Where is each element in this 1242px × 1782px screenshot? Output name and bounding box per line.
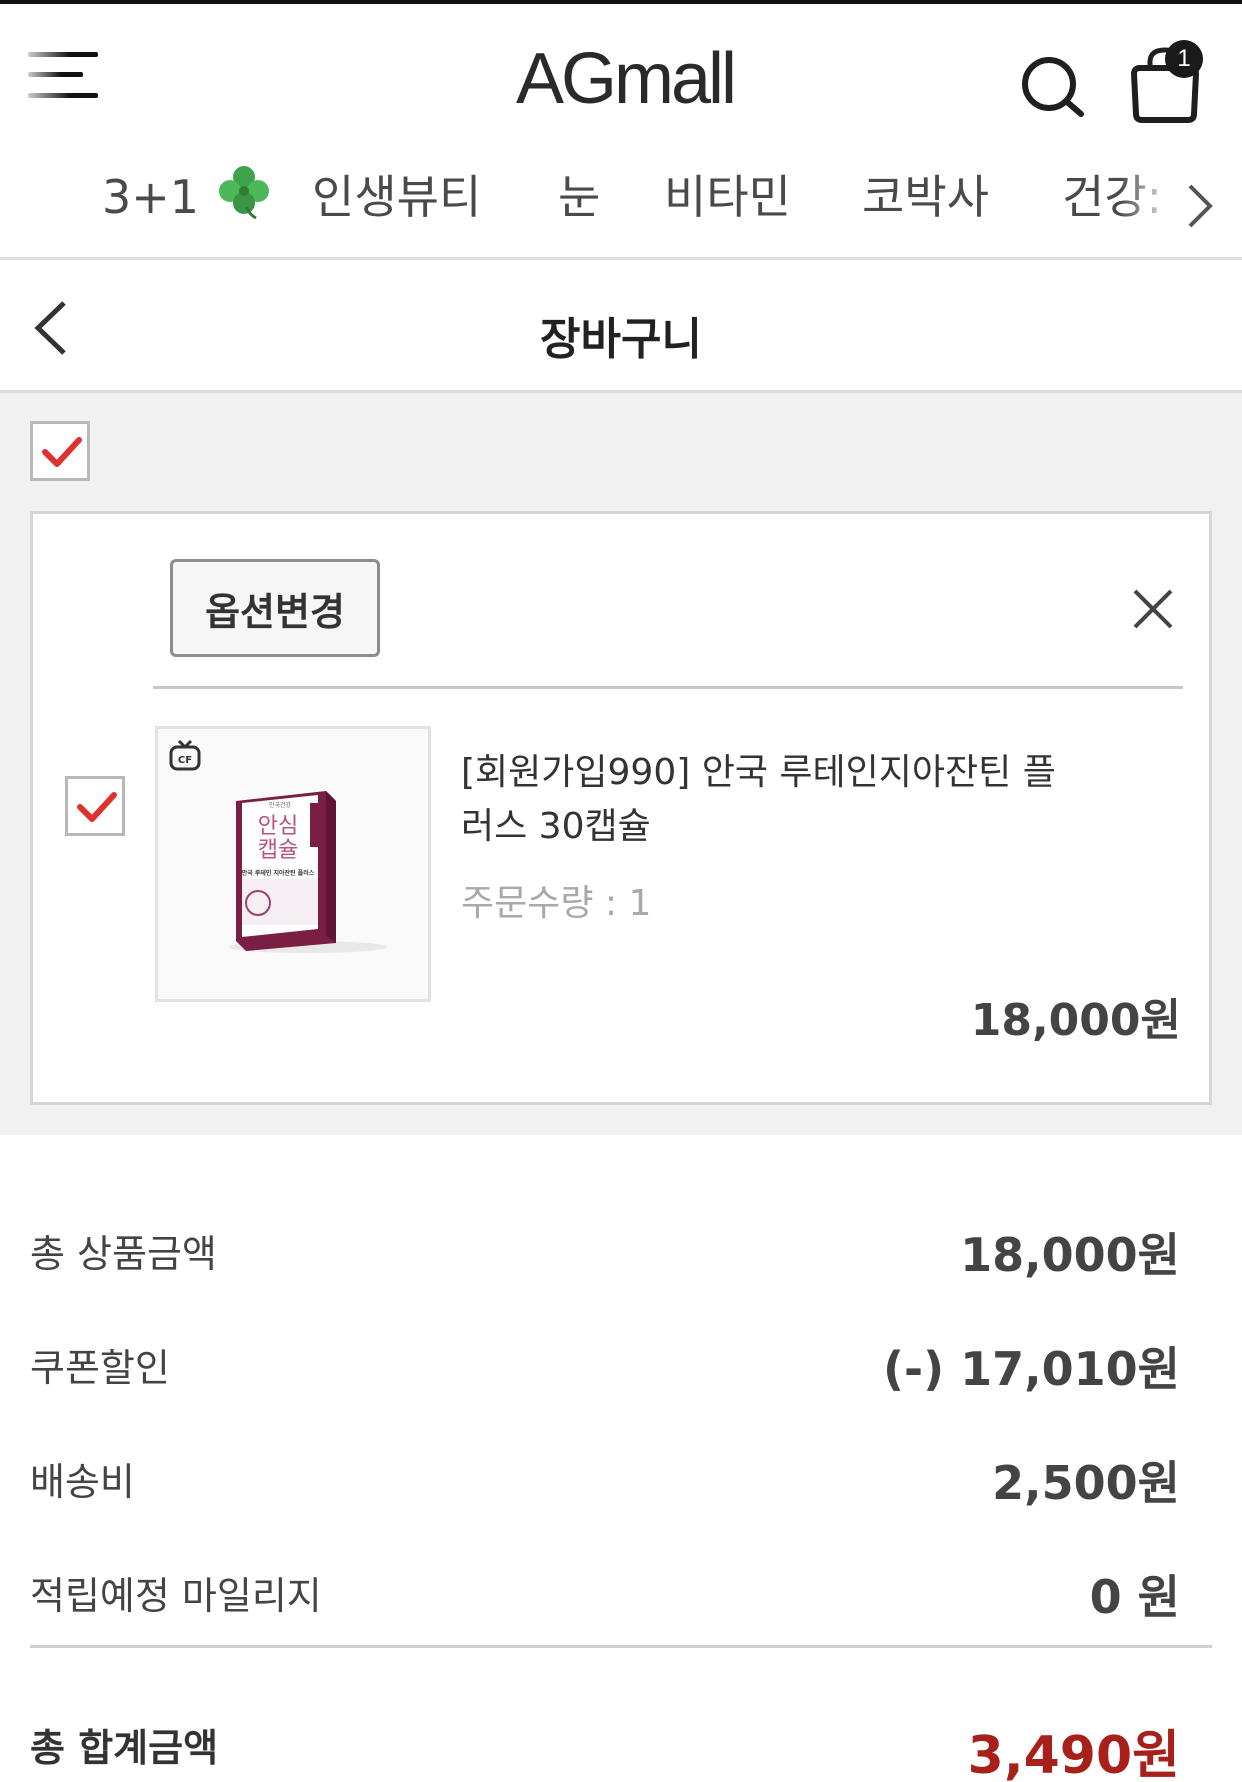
- chevron-right-icon: [1188, 184, 1213, 228]
- product-package-image: 안국건강 안심 캡슐 안국 루테인 지아잔틴 플러스: [228, 791, 388, 953]
- order-quantity: 주문수량 : 1: [461, 874, 651, 926]
- site-logo[interactable]: AGmall: [490, 34, 760, 124]
- check-icon: [77, 792, 117, 822]
- category-item-beauty[interactable]: 인생뷰티: [312, 162, 481, 232]
- summary-value: 0 원: [1089, 1570, 1180, 1624]
- search-icon: [1022, 57, 1084, 117]
- package-title: 안국 루테인 지아잔틴 플러스: [242, 869, 315, 877]
- site-header: AGmall 1: [0, 4, 1242, 144]
- category-nav: 3+1 인생뷰티 눈 비타민 코박사 건강:: [0, 150, 1242, 260]
- option-change-button[interactable]: 옵션변경: [170, 559, 380, 657]
- category-item-3plus1[interactable]: 3+1: [102, 162, 272, 232]
- summary-value: (-) 17,010원: [883, 1342, 1180, 1396]
- product-thumbnail[interactable]: CF 안국건강 안심 캡슐 안국 루테인 지아잔틴 플러스: [155, 726, 431, 1002]
- quantity-label: 주문수량 :: [461, 883, 629, 924]
- search-button[interactable]: [1015, 48, 1095, 128]
- order-summary: 총 상품금액 18,000원 쿠폰할인 (-) 17,010원 배송비 2,50…: [0, 1135, 1242, 1782]
- category-next-button[interactable]: [1180, 176, 1220, 236]
- category-item-vitamin[interactable]: 비타민: [664, 162, 791, 232]
- menu-button[interactable]: [28, 52, 108, 112]
- page-title: 장바구니: [540, 314, 702, 365]
- quantity-value: 1: [628, 883, 652, 924]
- check-icon: [42, 437, 82, 467]
- summary-label: 쿠폰할인: [30, 1346, 170, 1390]
- item-checkbox[interactable]: [65, 776, 125, 836]
- cart-list: 옵션변경 CF 안국건강 안심 캡슐 안국 루테인 지아잔틴 플러스 [회원가입…: [0, 393, 1242, 1135]
- category-item-kobaksa[interactable]: 코박사: [862, 162, 989, 232]
- menu-icon-line: [28, 72, 83, 77]
- category-label: 3+1: [102, 170, 200, 224]
- summary-value: 18,000원: [960, 1228, 1180, 1282]
- summary-label: 적립예정 마일리지: [30, 1574, 322, 1618]
- summary-divider: [30, 1645, 1212, 1648]
- package-line1: 안심: [258, 814, 298, 839]
- summary-row-total: 총 합계금액 3,490원: [30, 1709, 1180, 1782]
- select-all-checkbox[interactable]: [30, 421, 90, 481]
- package-brand: 안국건강: [269, 801, 292, 809]
- summary-row-mileage: 적립예정 마일리지 0 원: [30, 1557, 1180, 1627]
- cart-item-card: 옵션변경 CF 안국건강 안심 캡슐 안국 루테인 지아잔틴 플러스 [회원가입…: [30, 511, 1212, 1105]
- category-item-eye[interactable]: 눈: [558, 162, 600, 232]
- category-label: 인생뷰티: [312, 170, 482, 224]
- logo-text: AGmall: [515, 39, 737, 119]
- menu-icon: [28, 52, 98, 57]
- menu-icon-line: [28, 93, 98, 98]
- total-label: 총 합계금액: [30, 1726, 219, 1770]
- package-line2: 캡슐: [258, 838, 298, 863]
- summary-value: 2,500원: [992, 1456, 1180, 1510]
- product-name[interactable]: [회원가입990] 안국 루테인지아잔틴 플러스 30캡슐: [461, 746, 1081, 854]
- summary-label: 배송비: [30, 1460, 135, 1504]
- close-icon: [1133, 589, 1173, 629]
- remove-item-button[interactable]: [1123, 579, 1183, 639]
- summary-row-coupon: 쿠폰할인 (-) 17,010원: [30, 1329, 1180, 1399]
- clover-icon: [218, 166, 269, 219]
- total-value: 3,490원: [967, 1726, 1180, 1782]
- category-label: 비타민: [664, 170, 791, 224]
- item-price: 18,000원: [970, 995, 1181, 1046]
- summary-label: 총 상품금액: [30, 1232, 217, 1276]
- summary-row-subtotal: 총 상품금액 18,000원: [30, 1215, 1180, 1285]
- category-label: 눈: [558, 170, 601, 224]
- cart-count-badge: 1: [1165, 40, 1203, 78]
- card-divider: [153, 686, 1183, 689]
- page-title-bar: 장바구니: [0, 263, 1242, 393]
- summary-row-shipping: 배송비 2,500원: [30, 1443, 1180, 1513]
- category-label: 코박사: [862, 170, 989, 224]
